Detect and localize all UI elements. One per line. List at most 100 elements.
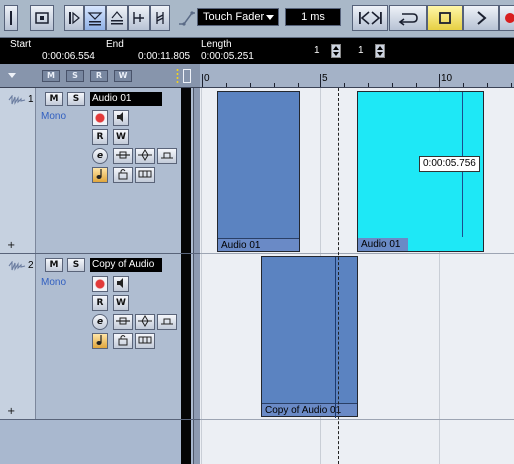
show-inspector-button[interactable] <box>4 5 18 31</box>
start-value[interactable]: 0:00:06.554 <box>42 51 95 62</box>
info-line: Start 0:00:06.554 End 0:00:11.805 Length… <box>0 38 514 64</box>
time-ruler[interactable]: 0 5 10 <box>200 64 514 88</box>
track-separator <box>200 253 514 254</box>
grid-line <box>201 88 202 464</box>
track-name-field[interactable]: Copy of Audio <box>90 258 162 272</box>
global-write-button[interactable]: W <box>114 70 132 82</box>
track-color-strip[interactable] <box>0 254 36 419</box>
snap-to-zero-icon[interactable] <box>84 5 106 31</box>
expand-plus-icon[interactable]: + <box>7 240 15 251</box>
global-mute-button[interactable]: M <box>42 70 60 82</box>
length-value[interactable]: 0:00:05.251 <box>201 51 254 62</box>
quantize-icon[interactable] <box>128 5 150 31</box>
track-edge <box>193 254 200 419</box>
eq-icon[interactable] <box>135 314 155 330</box>
write-automation-button[interactable]: W <box>113 129 129 145</box>
edit-channel-button[interactable]: e <box>92 148 108 164</box>
global-read-button[interactable]: R <box>90 70 108 82</box>
constrain-delay-button[interactable] <box>30 5 54 31</box>
lock-icon[interactable] <box>113 167 133 183</box>
ruler-label: 0 <box>204 73 210 84</box>
channel-mode-label: Mono <box>41 111 67 122</box>
track-edge <box>193 420 200 464</box>
lock-icon[interactable] <box>113 333 133 349</box>
insert-icon[interactable] <box>113 148 133 164</box>
insert-icon[interactable] <box>113 314 133 330</box>
edit-channel-button[interactable]: e <box>92 314 108 330</box>
ruler-tick <box>202 74 203 87</box>
nudge-value-field[interactable]: 1 ms <box>285 8 341 26</box>
stop-button[interactable] <box>427 5 463 31</box>
field1-value[interactable]: 1 <box>314 45 320 56</box>
track-name-field[interactable]: Audio 01 <box>90 92 162 106</box>
track-audio-01[interactable]: 1 M S Audio 01 Mono R W e + <box>0 88 200 254</box>
audio-track-icon <box>8 261 26 271</box>
ruler-tick <box>274 83 275 87</box>
chevron-down-icon[interactable] <box>8 73 16 78</box>
field1-spinner[interactable] <box>331 44 341 58</box>
read-automation-button[interactable]: R <box>92 129 108 145</box>
audio-track-icon <box>8 95 26 105</box>
level-meter <box>181 420 191 464</box>
sends-icon[interactable] <box>157 148 177 164</box>
global-solo-button[interactable]: S <box>66 70 84 82</box>
mute-button[interactable]: M <box>45 258 63 272</box>
project-cursor[interactable] <box>338 88 339 464</box>
start-label: Start <box>10 39 32 50</box>
play-button[interactable] <box>463 5 499 31</box>
track-list-empty-area[interactable] <box>0 420 200 464</box>
track-list-header: M S R W <box>0 64 200 88</box>
monitor-speaker-icon[interactable] <box>113 110 129 126</box>
mute-button[interactable]: M <box>45 92 63 106</box>
musical-time-icon[interactable] <box>92 167 108 183</box>
expand-plus-icon[interactable]: + <box>7 406 15 417</box>
toolbar: Touch Fader 1 ms <box>0 0 514 38</box>
musical-time-icon[interactable] <box>92 333 108 349</box>
record-enable-icon[interactable] <box>92 276 108 292</box>
lanes-icon[interactable] <box>135 167 155 183</box>
record-button[interactable] <box>499 5 514 31</box>
event-fade-line <box>335 257 336 418</box>
cycle-button[interactable] <box>389 5 427 31</box>
event-display[interactable]: Audio 01 Audio 01 Copy of Audio 01 0:00:… <box>200 88 514 464</box>
ruler-tick <box>344 83 345 87</box>
track-number: 2 <box>28 260 34 271</box>
autoscroll-icon[interactable] <box>64 5 84 31</box>
lanes-icon[interactable] <box>135 333 155 349</box>
field2-spinner[interactable] <box>375 44 385 58</box>
eq-icon[interactable] <box>135 148 155 164</box>
monitor-speaker-icon[interactable] <box>113 276 129 292</box>
event-label: Audio 01 <box>218 238 299 251</box>
drag-handle-icon[interactable] <box>176 68 179 84</box>
field2-value[interactable]: 1 <box>358 45 364 56</box>
write-automation-button[interactable]: W <box>113 295 129 311</box>
level-meter <box>181 88 191 253</box>
channel-mode-label: Mono <box>41 277 67 288</box>
ruler-tick <box>226 83 227 87</box>
sends-icon[interactable] <box>157 314 177 330</box>
audio-event[interactable]: Audio 01 <box>217 91 300 252</box>
read-automation-button[interactable]: R <box>92 295 108 311</box>
automation-mode-value: Touch Fader <box>203 11 265 23</box>
solo-button[interactable]: S <box>67 92 85 106</box>
ruler-tick <box>298 83 299 87</box>
end-label: End <box>106 39 124 50</box>
level-meter <box>181 254 191 419</box>
ruler-tick <box>439 74 440 87</box>
solo-button[interactable]: S <box>67 258 85 272</box>
audio-event[interactable]: Copy of Audio 01 <box>261 256 358 418</box>
track-color-strip[interactable] <box>0 88 36 253</box>
end-value[interactable]: 0:00:11.805 <box>138 51 190 62</box>
go-to-start-button[interactable] <box>352 5 388 31</box>
track-height-icon[interactable] <box>183 69 191 83</box>
ruler-tick <box>487 83 488 87</box>
record-enable-icon[interactable] <box>92 110 108 126</box>
track-copy-of-audio[interactable]: 2 M S Copy of Audio Mono R W e + <box>0 254 200 420</box>
grid-snap-icon[interactable] <box>106 5 128 31</box>
track-edge <box>193 88 200 253</box>
crossfade-icon[interactable] <box>150 5 170 31</box>
ruler-tick <box>320 74 321 87</box>
chevron-down-icon <box>266 15 274 20</box>
ruler-tick <box>392 83 393 87</box>
automation-mode-select[interactable]: Touch Fader <box>197 8 279 26</box>
